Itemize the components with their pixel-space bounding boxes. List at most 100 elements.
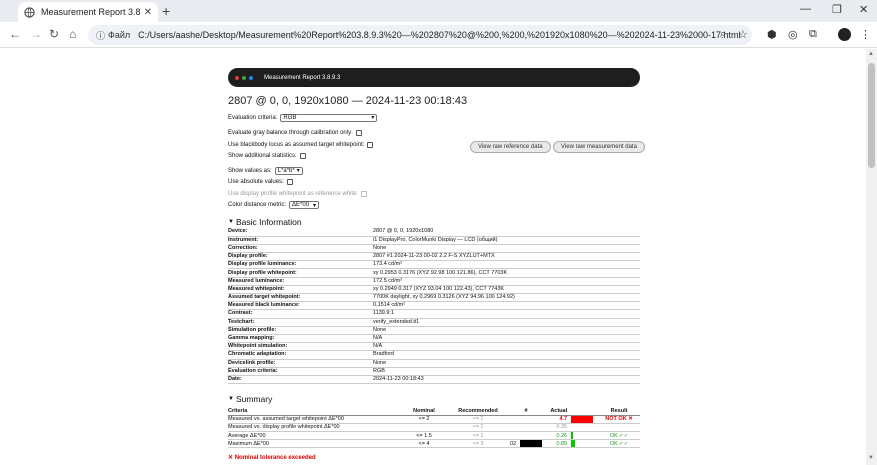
info-value: None bbox=[373, 359, 640, 368]
info-value: 2807 @ 0, 0, 1920x1080 bbox=[373, 228, 640, 237]
nominal-cell bbox=[402, 423, 446, 432]
reload-icon[interactable]: ↻ bbox=[49, 27, 59, 41]
color-distance-row: Color distance metric: ΔE*00 ▾ bbox=[228, 200, 640, 212]
show-values-select[interactable]: L*a*b* ▾ bbox=[274, 166, 303, 175]
info-value: verify_extended.ti1 bbox=[373, 318, 640, 327]
criteria-cell: Measured vs. display profile whitepoint … bbox=[228, 423, 402, 432]
summary-header-row: Criteria Nominal Recommended # Actual Re… bbox=[228, 407, 640, 416]
blackbody-checkbox[interactable] bbox=[367, 141, 374, 148]
recommended-cell: <= 1 bbox=[446, 415, 510, 424]
color-distance-select[interactable]: ΔE*00 ▾ bbox=[289, 201, 320, 210]
info-key: Testchart: bbox=[228, 318, 373, 327]
info-value: Bradford bbox=[373, 350, 640, 360]
patch-swatch bbox=[520, 440, 543, 448]
page-viewport: Measurement Report 3.8.9.3 2807 @ 0, 0, … bbox=[0, 49, 866, 465]
bar-cell bbox=[567, 423, 599, 432]
summary-heading[interactable]: ▼ Summary bbox=[228, 392, 640, 405]
collapse-triangle-icon: ▼ bbox=[228, 218, 234, 225]
view-reference-button[interactable]: View raw reference data bbox=[470, 141, 551, 153]
actual-cell: 4.7 bbox=[542, 415, 568, 424]
info-row: Correction: None bbox=[228, 244, 640, 254]
site-info[interactable]: ⓘ Файл bbox=[96, 29, 130, 42]
actual-cell: 0.26 bbox=[542, 431, 568, 441]
evaluation-criteria-label: Evaluation criteria: bbox=[228, 114, 278, 121]
bookmark-star-icon[interactable]: ☆ bbox=[738, 28, 748, 41]
info-row: Contrast: 1139.9:1 bbox=[228, 309, 640, 319]
extensions-puzzle-icon[interactable]: ⧉ bbox=[809, 28, 817, 41]
chevron-down-icon: ▾ bbox=[296, 168, 300, 175]
info-key: Devicelink profile: bbox=[228, 359, 373, 368]
forward-icon[interactable]: → bbox=[30, 27, 42, 41]
option-row: Evaluate gray balance through calibratio… bbox=[228, 128, 640, 140]
summary-row: Average ΔE*00 <= 1.5 <= 1 0.26 OK ✓✓ bbox=[228, 431, 640, 441]
info-row: Testchart: verify_extended.ti1 bbox=[228, 318, 640, 327]
summary-row: Measured vs. assumed target whitepoint Δ… bbox=[228, 415, 640, 424]
info-row: Display profile whitepoint: xy 0.2953 0.3… bbox=[228, 268, 640, 278]
green-dot-icon bbox=[242, 75, 246, 80]
info-value: 172.5 cd/m² bbox=[373, 277, 640, 286]
col-header: # bbox=[510, 407, 543, 416]
chevron-down-icon: ▾ bbox=[371, 115, 375, 122]
info-row: Instrument: i1 DisplayPro, ColorMunki Dis… bbox=[228, 236, 640, 245]
display-profile-wp-checkbox[interactable] bbox=[361, 190, 368, 197]
info-key: Whitepoint simulation: bbox=[228, 342, 373, 352]
actual-cell: 0.89 bbox=[542, 439, 568, 449]
extension-icon[interactable]: ◎ bbox=[788, 28, 798, 41]
info-row: Gamma mapping: N/A bbox=[228, 334, 640, 344]
result-cell: NOT OK ✕ bbox=[598, 415, 640, 424]
bar-cell bbox=[567, 439, 599, 449]
scroll-down-icon[interactable]: ▼ bbox=[868, 455, 874, 461]
actual-bar bbox=[571, 415, 594, 423]
info-key: Measured luminance: bbox=[228, 277, 373, 286]
site-label: Файл bbox=[108, 30, 131, 40]
recommended-cell: <= 1 bbox=[446, 423, 510, 432]
info-value: 1139.9:1 bbox=[373, 309, 640, 319]
info-key: Display profile whitepoint: bbox=[228, 268, 373, 278]
additional-stats-checkbox[interactable] bbox=[299, 153, 306, 160]
info-value: i1 DisplayPro, ColorMunki Display — LCD … bbox=[373, 236, 640, 245]
recommended-cell: <= 1 bbox=[446, 431, 510, 441]
view-measurement-button[interactable]: View raw measurement data bbox=[553, 141, 645, 153]
basic-info-heading[interactable]: ▼ Basic Information bbox=[228, 215, 640, 228]
globe-icon bbox=[24, 6, 35, 18]
option-label: Show additional statistics: bbox=[228, 153, 297, 160]
info-row: Device: 2807 @ 0, 0, 1920x1080 bbox=[228, 228, 640, 237]
evaluation-criteria-select[interactable]: RGB ▾ bbox=[280, 113, 378, 122]
info-key: Instrument: bbox=[228, 236, 373, 245]
color-distance-label: Color distance metric: bbox=[228, 202, 287, 209]
show-values-label: Show values as: bbox=[228, 167, 272, 174]
info-key: Chromatic adaptation: bbox=[228, 350, 373, 360]
home-icon[interactable]: ⌂ bbox=[69, 27, 76, 41]
menu-kebab-icon[interactable]: ⋮ bbox=[860, 28, 871, 41]
info-key: Simulation profile: bbox=[228, 326, 373, 335]
criteria-cell: Maximum ΔE*00 bbox=[228, 439, 402, 449]
browser-toolbar: ← → ↻ ⌂ ⓘ Файл C:/Users/aashe/Desktop/Me… bbox=[0, 22, 877, 48]
new-tab-button[interactable]: + bbox=[162, 3, 170, 19]
scrollbar-thumb[interactable] bbox=[868, 63, 875, 168]
minimize-icon[interactable]: — bbox=[800, 3, 811, 15]
col-header: Recommended bbox=[446, 407, 510, 416]
back-icon[interactable]: ← bbox=[9, 27, 21, 41]
info-row: Evaluation criteria: RGB bbox=[228, 367, 640, 376]
browser-tab[interactable]: Measurement Report 3.8.9.3 — ✕ bbox=[18, 2, 158, 22]
info-value: N/A bbox=[373, 334, 640, 344]
col-header: Nominal bbox=[402, 407, 446, 416]
info-row: Devicelink profile: None bbox=[228, 359, 640, 368]
actual-bar bbox=[571, 440, 576, 448]
extension-shield-icon[interactable]: ⬢ bbox=[767, 28, 777, 41]
close-window-icon[interactable]: ✕ bbox=[859, 3, 868, 16]
address-bar[interactable]: ⓘ Файл C:/Users/aashe/Desktop/Measuremen… bbox=[88, 25, 752, 45]
scroll-up-icon[interactable]: ▲ bbox=[868, 51, 874, 57]
result-cell: OK ✓✓ bbox=[598, 439, 640, 449]
gray-balance-checkbox[interactable] bbox=[355, 130, 362, 137]
maximize-icon[interactable]: ❐ bbox=[832, 3, 842, 16]
criteria-cell: Average ΔE*00 bbox=[228, 431, 402, 441]
report-header: Measurement Report 3.8.9.3 bbox=[228, 68, 640, 87]
absolute-values-checkbox[interactable] bbox=[286, 179, 293, 186]
bar-cell bbox=[567, 415, 599, 424]
vertical-scrollbar[interactable]: ▲ ▼ bbox=[866, 49, 877, 465]
profile-avatar[interactable] bbox=[838, 28, 851, 41]
zoom-icon[interactable]: ⌕ bbox=[720, 28, 726, 41]
info-key: Measured whitepoint: bbox=[228, 285, 373, 295]
close-tab-icon[interactable]: ✕ bbox=[144, 7, 152, 18]
